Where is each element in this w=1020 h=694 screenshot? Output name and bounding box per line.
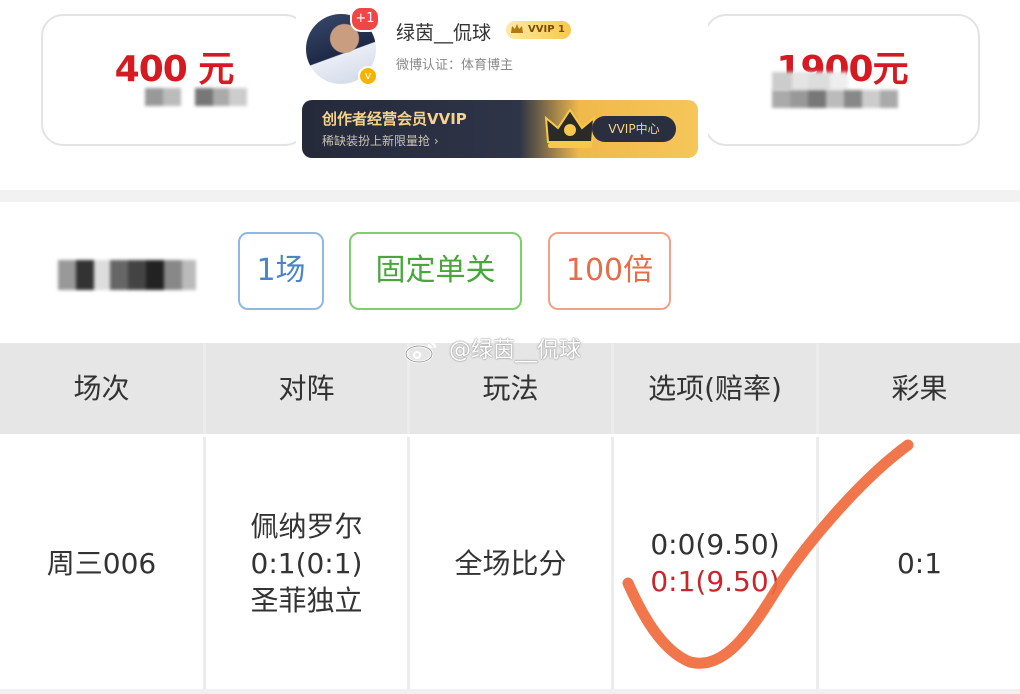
result-cell: 0:1 <box>819 437 1020 689</box>
teams-cell: 佩纳罗尔 0:1(0:1) 圣菲独立 <box>206 437 407 689</box>
weibo-icon <box>404 339 437 364</box>
away-team: 圣菲独立 <box>250 583 363 617</box>
profile-overlay: +1 v 绿茵__侃球 VVIP 1 微博认证：体育博主 创作者经营会员VVIP… <box>296 0 708 160</box>
verified-icon: v <box>358 66 378 86</box>
prize-amount-left: 400 元 <box>114 49 235 90</box>
prize-card-right: 1900元 <box>704 14 980 146</box>
option-cell: 0:0(9.50) 0:1(9.50) <box>614 437 816 689</box>
vvip-banner[interactable]: 创作者经营会员VVIP 稀缺装扮上新限量抢 › VVIP中心 <box>302 100 698 158</box>
crown-icon <box>511 24 523 33</box>
result-value: 0:1 <box>896 546 943 580</box>
match-no-cell: 周三006 <box>0 437 203 689</box>
header-result: 彩果 <box>819 343 1020 434</box>
notification-badge[interactable]: +1 <box>350 6 380 32</box>
match-no: 周三006 <box>46 546 157 580</box>
table-bottom-border <box>0 689 1020 694</box>
bet-table: 场次 对阵 玩法 选项(赔率) 彩果 周三006 佩纳罗尔 0:1(0:1) 圣… <box>0 343 1020 694</box>
play-type: 全场比分 <box>454 546 567 580</box>
vvip-badge-label: VVIP 1 <box>528 24 565 35</box>
certification-text: 微博认证：体育博主 <box>396 58 514 73</box>
prize-card-left: 400 元 <box>41 14 307 146</box>
blurred-text-right-1 <box>772 72 848 90</box>
header-match-no: 场次 <box>0 343 203 434</box>
play-cell: 全场比分 <box>410 437 611 689</box>
banner-title: 创作者经营会员VVIP <box>322 110 467 128</box>
username[interactable]: 绿茵__侃球 <box>396 18 491 45</box>
bet-type-tag[interactable]: 固定单关 <box>349 232 522 310</box>
weibo-watermark: @绿茵__侃球 <box>404 332 581 364</box>
multiplier-tag[interactable]: 100倍 <box>548 232 671 310</box>
match-score: 0:1(0:1) <box>250 546 363 580</box>
header-teams: 对阵 <box>206 343 407 434</box>
option-2: 0:1(9.50) <box>650 565 780 598</box>
blurred-filter-label <box>58 260 196 290</box>
banner-subtitle[interactable]: 稀缺装扮上新限量抢 › <box>322 132 439 149</box>
crown-icon <box>544 108 596 148</box>
blurred-text-left <box>145 88 247 106</box>
blurred-text-right-2 <box>772 90 898 108</box>
vvip-badge[interactable]: VVIP 1 <box>506 21 571 39</box>
section-divider <box>0 190 1020 202</box>
home-team: 佩纳罗尔 <box>250 509 363 543</box>
vvip-center-button[interactable]: VVIP中心 <box>592 116 676 142</box>
watermark-text: @绿茵__侃球 <box>449 338 582 363</box>
option-1: 0:0(9.50) <box>650 528 780 561</box>
header-option: 选项(赔率) <box>614 343 816 434</box>
matches-tag[interactable]: 1场 <box>238 232 324 310</box>
